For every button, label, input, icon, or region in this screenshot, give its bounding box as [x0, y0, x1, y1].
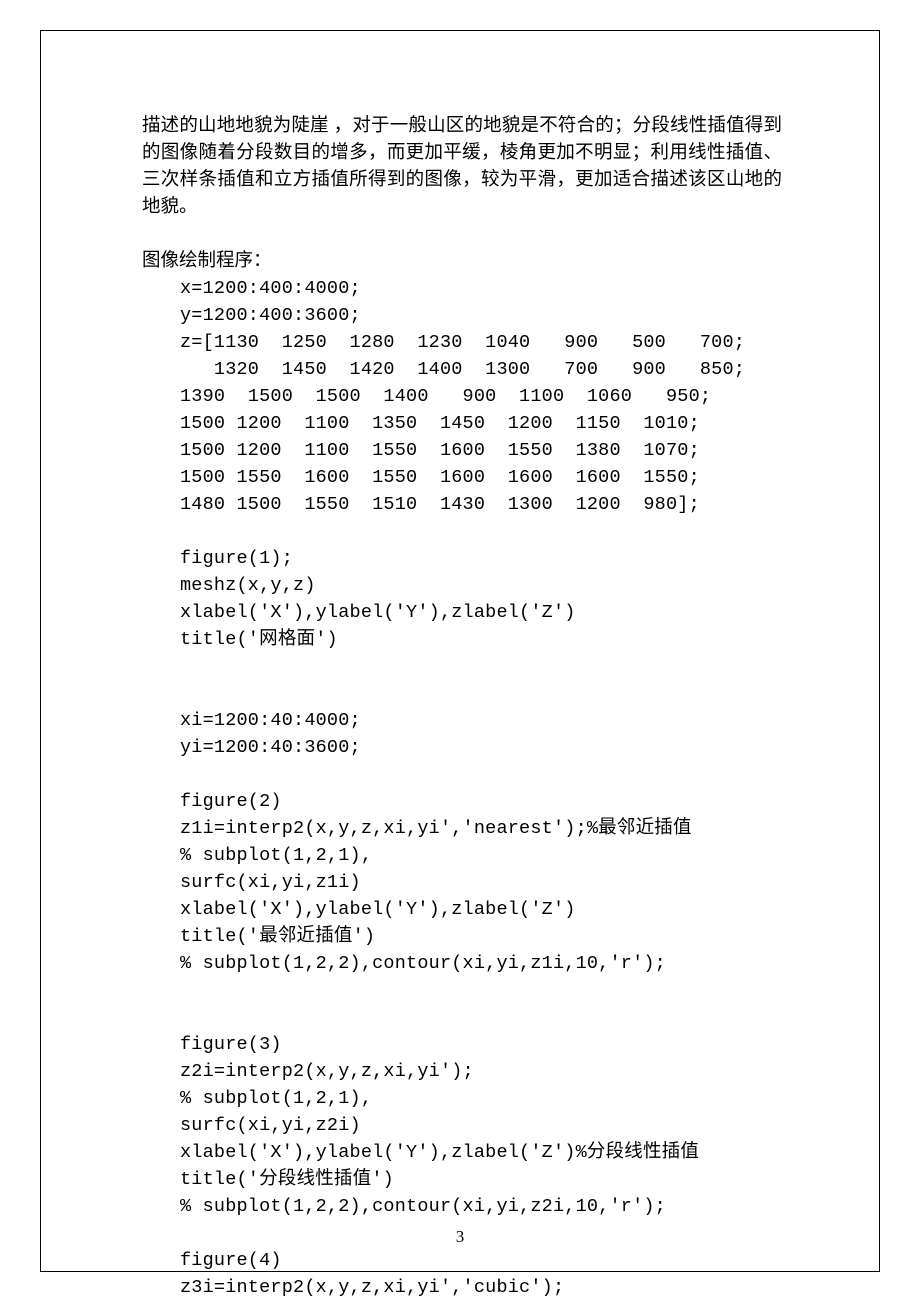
code-block: x=1200:400:4000; y=1200:400:3600; z=[113…: [142, 275, 782, 1301]
section-label: 图像绘制程序：: [142, 248, 782, 275]
document-content: 描述的山地地貌为陡崖 ，对于一般山区的地貌是不符合的；分段线性插值得到的图像随着…: [142, 113, 782, 1301]
intro-paragraph: 描述的山地地貌为陡崖 ，对于一般山区的地貌是不符合的；分段线性插值得到的图像随着…: [142, 113, 782, 221]
page-number: 3: [0, 1227, 920, 1247]
